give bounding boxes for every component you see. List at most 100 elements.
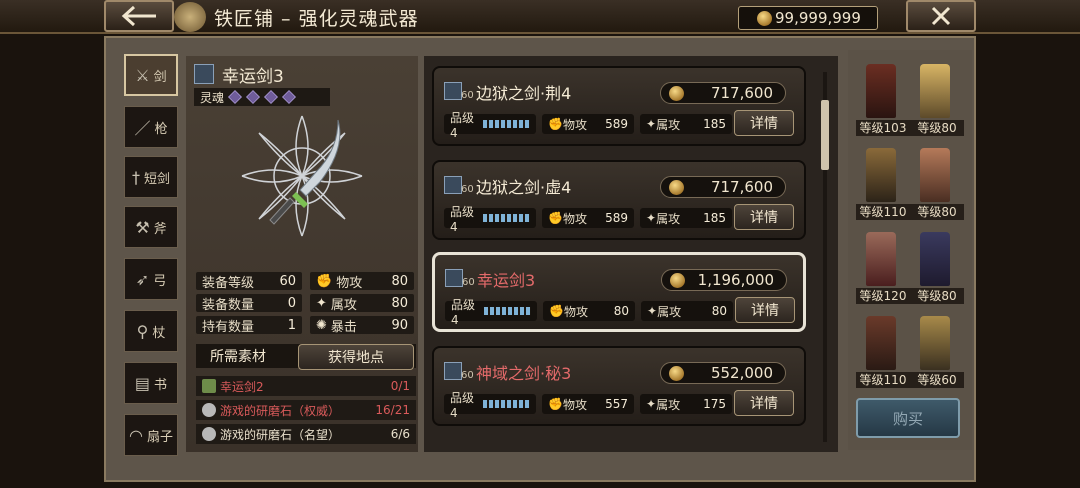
stat-value: 1 (287, 317, 296, 333)
card-price: 1,196,000 (661, 269, 787, 291)
physical-attack-icon: ✊ (548, 211, 563, 225)
tab-label: 斧 (153, 221, 167, 237)
spear-icon: ／ (134, 119, 151, 138)
stat-value: 90 (391, 317, 408, 333)
character-level: 等级60 (910, 372, 964, 388)
card-name: 神域之剑·秘3 (476, 364, 572, 383)
patk-label: 物攻 (562, 397, 587, 412)
card-stats: 品级4 ✊ 物攻 589 ✦ 属攻 185 (444, 205, 732, 234)
tab-label: 扇子 (146, 429, 173, 445)
character-level: 等级80 (910, 204, 964, 220)
character-sprite (920, 148, 950, 202)
stat-value: 60 (279, 273, 296, 289)
physical-attack-chip: ✊ 物攻 589 (542, 208, 634, 228)
character-slot[interactable]: 等级80 (910, 226, 964, 304)
sword-icon (444, 176, 462, 194)
character-sprite (866, 64, 896, 118)
stat-label: 物攻 (336, 275, 363, 291)
sword-icon (444, 82, 462, 100)
elemental-attack-icon: ✦ (646, 397, 657, 411)
character-slot[interactable]: 等级120 (856, 226, 910, 304)
card-stats: 品级4 ✊ 物攻 589 ✦ 属攻 185 (444, 111, 732, 140)
patk-value: 589 (605, 211, 628, 225)
weapon-card-selected[interactable]: 60 幸运剑3 1,196,000 品级4 ✊ 物攻 80 ✦ 属攻 80 详情 (432, 252, 806, 332)
stat-critical: ✺ 暴击 90 (310, 316, 414, 335)
staff-icon: ⚲ (136, 321, 149, 341)
weapon-card[interactable]: 60 边狱之剑·荆4 717,600 品级4 ✊ 物攻 589 ✦ 属攻 185 详情 (432, 66, 806, 146)
stat-value: 80 (391, 295, 408, 311)
material-item[interactable]: 游戏的研磨石（名望） 6/6 (196, 424, 416, 444)
scroll-thumb[interactable] (821, 100, 829, 170)
material-item[interactable]: 幸运剑2 0/1 (196, 376, 416, 396)
patk-value: 589 (605, 117, 628, 131)
detail-button[interactable]: 详情 (735, 297, 795, 323)
buy-button[interactable]: 购买 (856, 398, 960, 438)
tab-staff[interactable]: ⚲ 杖 (124, 310, 178, 352)
material-item[interactable]: 游戏的研磨石（权威） 16/21 (196, 400, 416, 420)
tab-fan[interactable]: ◠ 扇子 (124, 414, 178, 456)
close-button[interactable] (906, 0, 976, 32)
card-level: 60 (461, 90, 474, 101)
character-slot[interactable]: 等级110 (856, 310, 910, 388)
material-name: 游戏的研磨石（权威） (220, 403, 341, 418)
eatk-label: 属攻 (656, 117, 681, 132)
price-value: 717,600 (710, 84, 773, 102)
soul-gem-icon (282, 90, 296, 104)
eatk-label: 属攻 (656, 397, 681, 412)
acquire-location-button[interactable]: 获得地点 (298, 344, 414, 370)
card-level: 60 (461, 370, 474, 381)
grade-bar (483, 120, 530, 128)
coin-icon (669, 180, 684, 195)
character-slot[interactable]: 等级110 (856, 142, 910, 220)
grade-label: 品级4 (451, 297, 476, 327)
stat-equip-count: 装备数量 0 (196, 294, 302, 313)
back-button[interactable] (104, 0, 174, 32)
character-slot[interactable]: 等级80 (910, 142, 964, 220)
sword-icon (194, 64, 214, 84)
grade-label: 品级4 (450, 390, 475, 420)
character-sprite (866, 232, 896, 286)
tab-sword[interactable]: ⚔ 剑 (124, 54, 178, 96)
weapon-card[interactable]: 60 边狱之剑·虚4 717,600 品级4 ✊ 物攻 589 ✦ 属攻 185 详情 (432, 160, 806, 240)
materials-label: 所需素材 (210, 349, 266, 365)
character-slot[interactable]: 等级80 (910, 58, 964, 136)
detail-button[interactable]: 详情 (734, 204, 794, 230)
grade-label: 品级4 (450, 204, 475, 234)
weapon-name: 幸运剑3 (222, 67, 284, 87)
character-level: 等级80 (910, 120, 964, 136)
tab-axe[interactable]: ⚒ 斧 (124, 206, 178, 248)
tab-book[interactable]: ▤ 书 (124, 362, 178, 404)
character-slot[interactable]: 等级103 (856, 58, 910, 136)
physical-attack-chip: ✊ 物攻 80 (543, 301, 635, 321)
fan-icon: ◠ (129, 425, 143, 445)
character-level: 等级110 (856, 372, 910, 388)
soul-label: 灵魂 (200, 90, 225, 105)
card-level: 60 (461, 184, 474, 195)
tab-dagger[interactable]: † 短剑 (124, 156, 178, 198)
sword-icon (202, 379, 216, 393)
detail-button[interactable]: 详情 (734, 390, 794, 416)
physical-attack-icon: ✊ (316, 273, 333, 289)
coin-icon (670, 273, 685, 288)
list-scrollbar[interactable] (820, 60, 830, 448)
whetstone-icon (202, 427, 216, 441)
card-stats: 品级4 ✊ 物攻 80 ✦ 属攻 80 (445, 298, 733, 327)
character-slot[interactable]: 等级60 (910, 310, 964, 388)
sword-icon: ⚔ (135, 65, 150, 85)
tab-bow[interactable]: ➶ 弓 (124, 258, 178, 300)
eatk-label: 属攻 (656, 211, 681, 226)
stat-owned-count: 持有数量 1 (196, 316, 302, 335)
elemental-attack-icon: ✦ (646, 117, 657, 131)
weapon-card[interactable]: 60 神域之剑·秘3 552,000 品级4 ✊ 物攻 557 ✦ 属攻 175 详情 (432, 346, 806, 426)
physical-attack-icon: ✊ (549, 304, 564, 318)
eatk-value: 185 (703, 211, 726, 225)
close-icon (931, 6, 951, 26)
coin-icon (669, 366, 684, 381)
tab-spear[interactable]: ／枪 (124, 106, 178, 148)
blacksmith-emblem-icon (174, 2, 206, 32)
character-sprite (920, 64, 950, 118)
stat-equip-level: 装备等级 60 (196, 272, 302, 291)
card-name: 边狱之剑·荆4 (476, 84, 572, 103)
detail-button[interactable]: 详情 (734, 110, 794, 136)
grade-chip: 品级4 (445, 298, 537, 327)
